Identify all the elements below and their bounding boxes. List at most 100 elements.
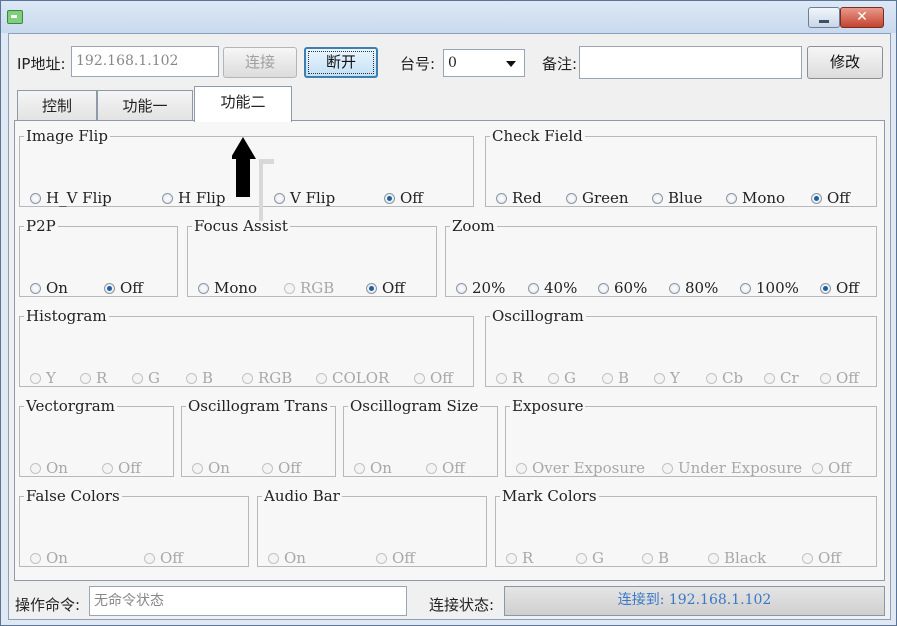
group-title: P2P xyxy=(26,217,56,235)
radio-vector-off[interactable]: Off xyxy=(102,459,141,477)
radio-hist-color[interactable]: COLOR xyxy=(316,369,389,387)
radio-hist-b[interactable]: B xyxy=(186,369,213,387)
radio-trans-off[interactable]: Off xyxy=(262,459,301,477)
radio-p2p-on[interactable]: On xyxy=(30,279,68,297)
command-field[interactable]: 无命令状态 xyxy=(89,586,407,616)
radio-osc-g[interactable]: G xyxy=(548,369,576,387)
main-client: IP地址: 192.168.1.102 连接 断开 台号: 0 备注: 修改 控… xyxy=(8,33,891,620)
group-audio-bar: Audio Bar On Off xyxy=(257,487,487,567)
station-select[interactable]: 0 xyxy=(443,49,525,77)
radio-mark-g[interactable]: G xyxy=(576,549,604,567)
radio-flip-off[interactable]: Off xyxy=(384,189,423,207)
group-histogram: Histogram Y R G B RGB COLOR Off xyxy=(19,307,474,387)
disconnect-button[interactable]: 断开 xyxy=(304,47,378,78)
radio-focus-off[interactable]: Off xyxy=(366,279,405,297)
radio-audio-off[interactable]: Off xyxy=(376,549,415,567)
radio-mono[interactable]: Mono xyxy=(726,189,785,207)
radio-size-on[interactable]: On xyxy=(354,459,392,477)
radio-false-on[interactable]: On xyxy=(30,549,68,567)
group-title: Check Field xyxy=(492,127,583,145)
station-value: 0 xyxy=(448,55,457,71)
group-exposure: Exposure Over Exposure Under Exposure Of… xyxy=(505,397,877,477)
group-false-colors: False Colors On Off xyxy=(19,487,249,567)
close-icon: ✕ xyxy=(856,9,868,25)
group-title: Histogram xyxy=(26,307,107,325)
connection-status-bar: 连接到: 192.168.1.102 xyxy=(504,586,885,616)
app-window: ✕ IP地址: 192.168.1.102 连接 断开 台号: 0 备注: 修改… xyxy=(0,0,897,626)
connect-button[interactable]: 连接 xyxy=(223,47,297,78)
group-title: Oscillogram xyxy=(492,307,584,325)
radio-mark-r[interactable]: R xyxy=(506,549,533,567)
radio-zoom-40[interactable]: 40% xyxy=(528,279,577,297)
group-oscillogram-trans: Oscillogram Trans On Off xyxy=(181,397,336,477)
radio-zoom-100[interactable]: 100% xyxy=(740,279,799,297)
radio-under-exposure[interactable]: Under Exposure xyxy=(662,459,802,477)
group-mark-colors: Mark Colors R G B Black Off xyxy=(495,487,877,567)
radio-hist-r[interactable]: R xyxy=(80,369,107,387)
radio-zoom-20[interactable]: 20% xyxy=(456,279,505,297)
radio-h-flip[interactable]: H Flip xyxy=(162,189,225,207)
radio-hv-flip[interactable]: H_V Flip xyxy=(30,189,112,207)
modify-button[interactable]: 修改 xyxy=(807,46,883,79)
radio-zoom-80[interactable]: 80% xyxy=(669,279,718,297)
app-icon xyxy=(7,10,23,24)
radio-osc-cb[interactable]: Cb xyxy=(706,369,743,387)
radio-mark-off[interactable]: Off xyxy=(802,549,841,567)
radio-mark-b[interactable]: B xyxy=(642,549,669,567)
group-title: False Colors xyxy=(26,487,120,505)
radio-osc-r[interactable]: R xyxy=(496,369,523,387)
note-field[interactable] xyxy=(579,46,802,79)
radio-osc-cr[interactable]: Cr xyxy=(764,369,799,387)
radio-over-exposure[interactable]: Over Exposure xyxy=(516,459,645,477)
radio-osc-b[interactable]: B xyxy=(602,369,629,387)
group-title: Audio Bar xyxy=(264,487,340,505)
radio-trans-on[interactable]: On xyxy=(192,459,230,477)
radio-blue[interactable]: Blue xyxy=(652,189,702,207)
radio-hist-g[interactable]: G xyxy=(132,369,160,387)
group-title: Oscillogram Size xyxy=(350,397,479,415)
radio-check-off[interactable]: Off xyxy=(811,189,850,207)
chevron-down-icon xyxy=(506,61,516,67)
radio-size-off[interactable]: Off xyxy=(426,459,465,477)
radio-mark-black[interactable]: Black xyxy=(708,549,766,567)
tab-control[interactable]: 控制 xyxy=(17,90,97,121)
close-button[interactable]: ✕ xyxy=(840,7,884,28)
group-focus-assist: Focus Assist Mono RGB Off xyxy=(187,217,437,297)
group-title: Zoom xyxy=(452,217,495,235)
radio-green[interactable]: Green xyxy=(566,189,629,207)
arrow-up-icon xyxy=(232,137,274,221)
ip-field[interactable]: 192.168.1.102 xyxy=(71,46,219,77)
radio-hist-off[interactable]: Off xyxy=(414,369,453,387)
radio-v-flip[interactable]: V Flip xyxy=(274,189,335,207)
radio-red[interactable]: Red xyxy=(496,189,542,207)
status-label: 连接状态: xyxy=(429,596,495,614)
radio-hist-rgb[interactable]: RGB xyxy=(242,369,292,387)
group-zoom: Zoom 20% 40% 60% 80% 100% Off xyxy=(445,217,877,297)
group-title: Vectorgram xyxy=(26,397,115,415)
tab-function-1[interactable]: 功能一 xyxy=(97,90,193,121)
group-title: Mark Colors xyxy=(502,487,597,505)
title-bar: ✕ xyxy=(1,1,896,33)
radio-hist-y[interactable]: Y xyxy=(30,369,56,387)
function-2-panel: Image Flip H_V Flip H Flip V Flip Off Ch… xyxy=(14,120,885,581)
group-check-field: Check Field Red Green Blue Mono Off xyxy=(485,127,877,207)
radio-focus-rgb[interactable]: RGB xyxy=(284,279,334,297)
radio-exposure-off[interactable]: Off xyxy=(812,459,851,477)
group-oscillogram-size: Oscillogram Size On Off xyxy=(343,397,498,477)
radio-p2p-off[interactable]: Off xyxy=(104,279,143,297)
radio-vector-on[interactable]: On xyxy=(30,459,68,477)
radio-osc-y[interactable]: Y xyxy=(654,369,680,387)
radio-audio-on[interactable]: On xyxy=(268,549,306,567)
minimize-button[interactable] xyxy=(808,7,840,28)
radio-zoom-60[interactable]: 60% xyxy=(598,279,647,297)
tab-function-2[interactable]: 功能二 xyxy=(194,86,292,122)
radio-osc-off[interactable]: Off xyxy=(820,369,859,387)
command-label: 操作命令: xyxy=(15,596,81,614)
group-oscillogram: Oscillogram R G B Y Cb Cr Off xyxy=(485,307,877,387)
station-label: 台号: xyxy=(400,55,436,73)
group-p2p: P2P On Off xyxy=(19,217,178,297)
radio-zoom-off[interactable]: Off xyxy=(820,279,859,297)
group-vectorgram: Vectorgram On Off xyxy=(19,397,174,477)
radio-focus-mono[interactable]: Mono xyxy=(198,279,257,297)
radio-false-off[interactable]: Off xyxy=(144,549,183,567)
